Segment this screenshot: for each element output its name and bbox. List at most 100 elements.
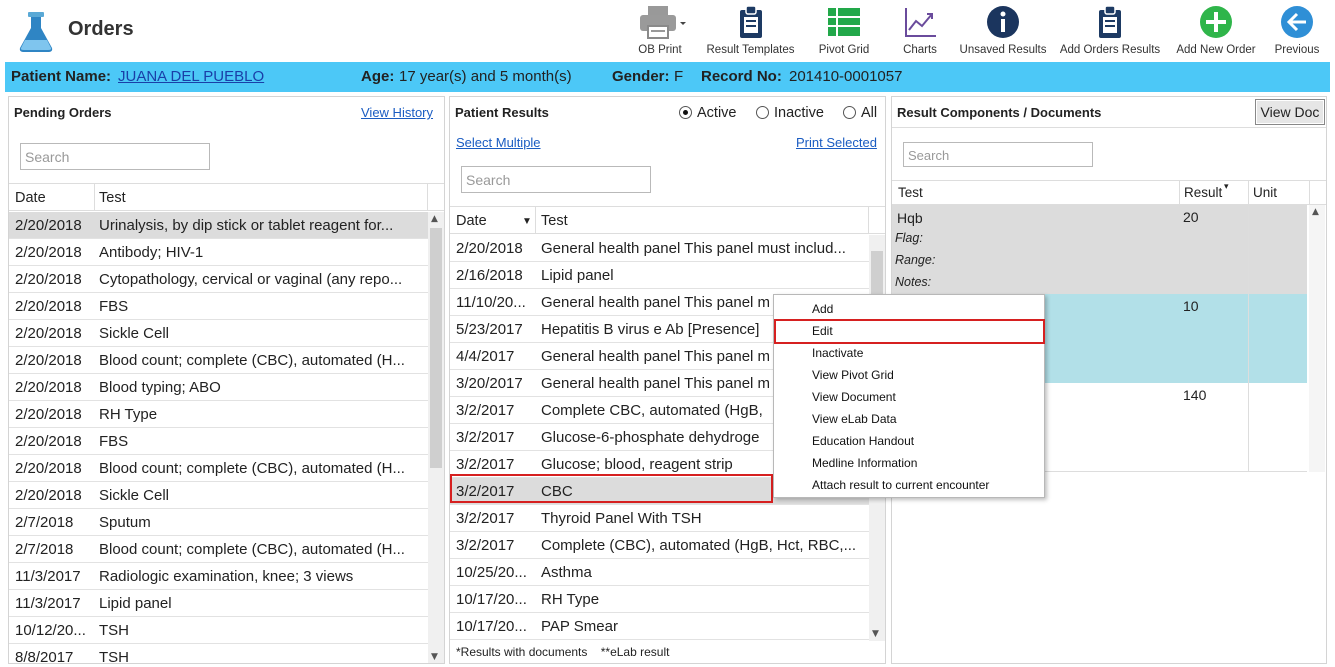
results-search-input[interactable]: Search (461, 166, 651, 193)
ob-print-button[interactable]: OB Print (636, 4, 686, 60)
row-date: 2/7/2018 (15, 541, 74, 558)
radio-active[interactable]: Active (679, 105, 737, 121)
col-date[interactable]: Date (456, 213, 487, 229)
pending-orders-list: 2/20/2018 Urinalysis, by dip stick or tab… (9, 212, 428, 663)
table-row[interactable]: 2/20/2018 Blood count; complete (CBC), au… (9, 347, 428, 374)
clipboard-add-icon (1099, 5, 1121, 38)
table-row[interactable]: 2/20/2018 Urinalysis, by dip stick or tab… (9, 212, 428, 239)
table-row[interactable]: 10/25/20... Asthma (450, 559, 869, 586)
row-test: Sickle Cell (99, 487, 170, 504)
highlight-box (774, 319, 1045, 344)
menu-item-inactivate[interactable]: Inactivate (812, 346, 863, 360)
view-doc-button[interactable]: View Doc (1255, 99, 1325, 125)
col-date[interactable]: Date (15, 190, 46, 206)
radio-all[interactable]: All (843, 105, 877, 121)
table-row[interactable]: 2/20/2018 FBS (9, 293, 428, 320)
table-row[interactable]: 10/17/20... RH Type (450, 586, 869, 613)
chart-icon (905, 8, 936, 37)
menu-item-view-elab-data[interactable]: View eLab Data (812, 412, 897, 426)
previous-button[interactable]: Previous (1272, 4, 1322, 60)
row-date: 2/7/2018 (15, 514, 74, 531)
sort-down-icon[interactable]: ▼ (522, 216, 532, 227)
row-date: 3/2/2017 (456, 402, 515, 419)
unsaved-results-button[interactable]: Unsaved Results (958, 4, 1048, 60)
row-date: 3/20/2017 (456, 375, 523, 392)
col-unit[interactable]: Unit (1253, 185, 1277, 200)
table-row[interactable]: 10/12/20... TSH (9, 617, 428, 644)
row-date: 2/20/2018 (15, 487, 82, 504)
results-footer-note: *Results with documents **eLab result (456, 645, 670, 659)
pending-orders-title: Pending Orders (14, 105, 112, 120)
table-row[interactable]: 2/20/2018 Sickle Cell (9, 320, 428, 347)
table-row[interactable]: 2/7/2018 Blood count; complete (CBC), aut… (9, 536, 428, 563)
col-test[interactable]: Test (541, 213, 568, 229)
table-row[interactable]: 2/20/2018 FBS (9, 428, 428, 455)
menu-item-view-pivot-grid[interactable]: View Pivot Grid (812, 368, 894, 382)
table-row[interactable]: 2/20/2018 Sickle Cell (9, 482, 428, 509)
result-components-title: Result Components / Documents (897, 105, 1102, 120)
table-row[interactable]: 2/20/2018 Cytopathology, cervical or vagi… (9, 266, 428, 293)
components-search-input[interactable]: Search (903, 142, 1093, 167)
row-date: 2/20/2018 (15, 379, 82, 396)
row-test: PAP Smear (541, 618, 618, 635)
col-result[interactable]: Result (1184, 185, 1222, 200)
row-test: FBS (99, 298, 129, 315)
table-row[interactable]: 2/20/2018 Antibody; HIV-1 (9, 239, 428, 266)
table-row[interactable]: 10/17/20... PAP Smear (450, 613, 869, 640)
add-new-order-button[interactable]: Add New Order (1172, 4, 1260, 60)
print-selected-link[interactable]: Print Selected (796, 135, 877, 150)
row-date: 2/20/2018 (15, 325, 82, 342)
view-history-link[interactable]: View History (361, 105, 433, 120)
patient-name-link[interactable]: JUANA DEL PUEBLO (118, 68, 264, 85)
result-templates-button[interactable]: Result Templates (704, 4, 797, 60)
table-row[interactable]: 2/20/2018 Blood count; complete (CBC), au… (9, 455, 428, 482)
pivot-grid-button[interactable]: Pivot Grid (815, 4, 873, 60)
row-date: 5/23/2017 (456, 321, 523, 338)
record-label: Record No: (701, 68, 782, 85)
table-row[interactable]: 2/16/2018 Lipid panel (450, 262, 869, 289)
menu-item-medline-information[interactable]: Medline Information (812, 456, 917, 470)
row-test: RH Type (99, 406, 158, 423)
row-date: 2/20/2018 (15, 244, 82, 261)
table-row[interactable]: 3/2/2017 Thyroid Panel With TSH (450, 505, 869, 532)
menu-item-attach-result-to-current-encounter[interactable]: Attach result to current encounter (812, 478, 989, 492)
row-date: 2/20/2018 (15, 406, 82, 423)
table-row[interactable]: 2/20/2018 RH Type (9, 401, 428, 428)
pending-table-header: Date Test (9, 183, 444, 211)
table-row[interactable]: 2/20/2018 General health panel This panel… (450, 235, 869, 262)
components-table-header: Test Result ▾ Unit (892, 180, 1326, 205)
component-row[interactable]: Hqb 20 Flag: Range: Notes: (892, 205, 1307, 294)
row-date: 3/2/2017 (456, 456, 515, 473)
col-test[interactable]: Test (898, 185, 923, 200)
row-test: Blood typing; ABO (99, 379, 221, 396)
row-date: 3/2/2017 (456, 537, 515, 554)
patient-name-label: Patient Name: (11, 68, 112, 85)
menu-item-add[interactable]: Add (812, 302, 833, 316)
radio-inactive[interactable]: Inactive (756, 105, 824, 121)
row-test: General health panel This panel must inc… (541, 240, 846, 257)
row-test: Asthma (541, 564, 592, 581)
table-row[interactable]: 8/8/2017 TSH (9, 644, 428, 663)
row-test: FBS (99, 433, 129, 450)
table-row[interactable]: 2/20/2018 Blood typing; ABO (9, 374, 428, 401)
col-test[interactable]: Test (99, 190, 126, 206)
row-date: 2/20/2018 (456, 240, 523, 257)
table-row[interactable]: 2/7/2018 Sputum (9, 509, 428, 536)
row-date: 2/20/2018 (15, 298, 82, 315)
add-orders-results-button[interactable]: Add Orders Results (1058, 4, 1162, 60)
table-row[interactable]: 11/3/2017 Radiologic examination, knee; 3… (9, 563, 428, 590)
select-multiple-link[interactable]: Select Multiple (456, 135, 541, 150)
menu-item-view-document[interactable]: View Document (812, 390, 896, 404)
pending-scrollbar[interactable]: ▲ ▼ (428, 212, 444, 663)
components-scrollbar[interactable]: ▲ (1309, 205, 1325, 472)
table-row[interactable]: 11/3/2017 Lipid panel (9, 590, 428, 617)
clipboard-icon (739, 5, 762, 38)
row-date: 2/20/2018 (15, 217, 82, 234)
table-row[interactable]: 3/2/2017 Complete (CBC), automated (HgB, … (450, 532, 869, 559)
pending-search-input[interactable]: Search (20, 143, 210, 170)
row-test: Antibody; HIV-1 (99, 244, 204, 261)
filter-icon[interactable]: ▾ (1224, 181, 1229, 192)
menu-item-education-handout[interactable]: Education Handout (812, 434, 914, 448)
charts-button[interactable]: Charts (898, 4, 942, 60)
plus-icon (1200, 6, 1232, 38)
